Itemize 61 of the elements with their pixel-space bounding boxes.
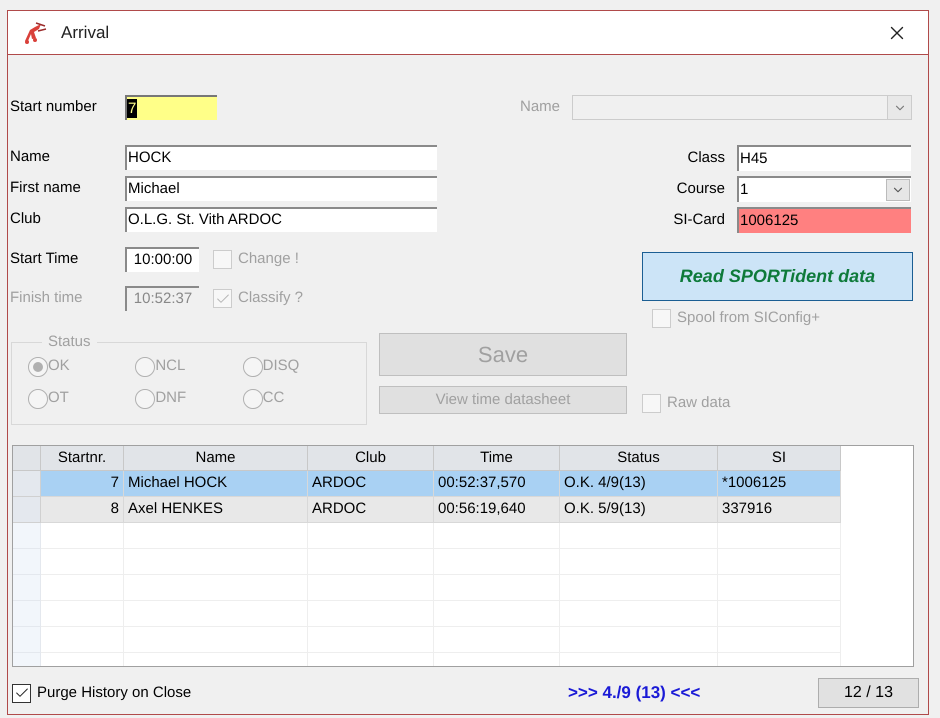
column-header[interactable]: Status xyxy=(560,446,718,471)
row-header[interactable] xyxy=(13,549,41,575)
column-header[interactable]: Startnr. xyxy=(41,446,124,471)
radio-label: NCL xyxy=(155,356,186,376)
field-label: Name xyxy=(10,147,52,168)
table-cell: O.K. 5/9(13) xyxy=(560,497,718,523)
row-header[interactable] xyxy=(13,523,41,549)
text-field[interactable]: H45 xyxy=(737,145,911,171)
window-title: Arrival xyxy=(61,22,110,44)
field-label: Finish time xyxy=(10,288,84,308)
column-header[interactable]: Name xyxy=(124,446,308,471)
checkbox-label: Change ! xyxy=(238,249,299,270)
course-dropdown[interactable]: 1 xyxy=(737,176,911,202)
checkbox[interactable] xyxy=(12,684,31,702)
corner-cell[interactable] xyxy=(13,446,41,471)
field-label: First name xyxy=(10,178,82,198)
field-label: Start Time xyxy=(10,249,80,270)
table-cell: 7 xyxy=(41,471,124,497)
row-header[interactable] xyxy=(13,575,41,601)
radio-label: DISQ xyxy=(262,356,300,376)
start-number-field[interactable]: 7 xyxy=(125,95,217,120)
table-cell: ARDOC xyxy=(308,497,434,523)
row-header[interactable] xyxy=(13,627,41,653)
column-header[interactable]: Club xyxy=(308,446,434,471)
table-cell: 337916 xyxy=(718,497,841,523)
group-title: Status xyxy=(47,332,92,352)
checkbox-label: Classify ? xyxy=(238,288,304,308)
table-cell: ARDOC xyxy=(308,471,434,497)
field-label: Start number xyxy=(10,97,98,118)
time-field[interactable]: 10:00:00 xyxy=(125,247,199,272)
checkbox-label: Spool from SIConfig+ xyxy=(677,308,820,328)
radio-label: DNF xyxy=(155,388,186,408)
field-label: Club xyxy=(10,209,42,230)
radio-label: CC xyxy=(262,388,284,408)
row-header[interactable] xyxy=(13,471,41,497)
column-header[interactable]: Time xyxy=(434,446,560,471)
checkbox-label: Raw data xyxy=(667,392,730,413)
table-cell: O.K. 4/9(13) xyxy=(560,471,718,497)
field-label: Class xyxy=(686,148,725,168)
checkbox-label: Purge History on Close xyxy=(37,682,192,703)
table-cell: Michael HOCK xyxy=(124,471,308,497)
read-data-button[interactable]: Read SPORTident data xyxy=(642,252,913,301)
field-label: Name xyxy=(520,97,562,118)
table-cell: *1006125 xyxy=(718,471,841,497)
row-header[interactable] xyxy=(13,601,41,627)
table-cell: Axel HENKES xyxy=(124,497,308,523)
text-field[interactable]: O.L.G. St. Vith ARDOC xyxy=(125,207,437,232)
column-header[interactable]: SI xyxy=(718,446,841,471)
result-text: >>> 4./9 (13) <<< xyxy=(568,682,700,704)
table-cell: 00:56:19,640 xyxy=(434,497,560,523)
row-header[interactable] xyxy=(13,497,41,523)
table-cell: 00:52:37,570 xyxy=(434,471,560,497)
text-field[interactable]: Michael xyxy=(125,176,437,201)
text-field[interactable]: HOCK xyxy=(125,145,437,170)
radio-label: OT xyxy=(48,388,69,408)
radio-label: OK xyxy=(48,356,70,376)
field-label: Course xyxy=(676,178,725,199)
table-cell: 8 xyxy=(41,497,124,523)
field-label: SI-Card xyxy=(672,210,725,230)
counter-button[interactable]: 12 / 13 xyxy=(818,678,919,708)
text-field[interactable]: 1006125 xyxy=(737,207,911,233)
